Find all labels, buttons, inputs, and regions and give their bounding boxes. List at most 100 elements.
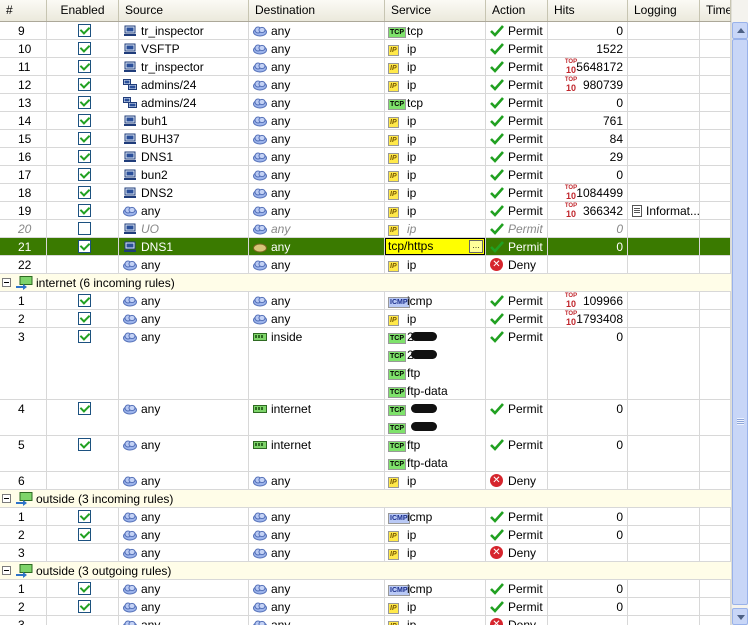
cell-service[interactable]: IP ip <box>385 166 486 183</box>
cell-logging[interactable] <box>628 310 700 327</box>
cell-action[interactable]: Permit <box>486 166 548 183</box>
cell-hits[interactable]: 29 <box>548 148 628 165</box>
cell-action[interactable]: Permit <box>486 40 548 57</box>
cell-source[interactable]: any <box>119 508 249 525</box>
cell-time[interactable] <box>700 508 731 525</box>
cell-hits[interactable]: 0 <box>548 598 628 615</box>
rule-row[interactable]: 9 tr_inspector any TCP tcp Permit 0 <box>0 22 731 40</box>
rule-group-header[interactable]: outside (3 incoming rules) <box>0 490 731 508</box>
cell-enabled[interactable] <box>47 166 119 183</box>
rule-row[interactable]: 1 any any ICMP icmp Permit TOP 10 109966 <box>0 292 731 310</box>
cell-action[interactable]: Permit <box>486 130 548 147</box>
scroll-thumb[interactable] <box>732 39 748 605</box>
cell-hits[interactable] <box>548 256 628 273</box>
cell-service[interactable]: ICMP icmp <box>385 292 486 309</box>
cell-time[interactable] <box>700 328 731 399</box>
rule-row[interactable]: 3anyinsideTCP2TCP2TCPftpTCPftp-dataPermi… <box>0 328 731 400</box>
rule-row[interactable]: 19 any any IP ip Permit TOP 10 366342 Informat... <box>0 202 731 220</box>
cell-enabled[interactable] <box>47 508 119 525</box>
cell-hits[interactable]: 0 <box>548 328 628 399</box>
cell-enabled[interactable] <box>47 22 119 39</box>
cell-enabled[interactable] <box>47 256 119 273</box>
cell-source[interactable]: BUH37 <box>119 130 249 147</box>
cell-source[interactable]: any <box>119 526 249 543</box>
cell-hits[interactable]: 0 <box>548 220 628 237</box>
cell-time[interactable] <box>700 526 731 543</box>
cell-logging[interactable] <box>628 544 700 561</box>
enabled-checkbox[interactable] <box>78 528 91 541</box>
cell-time[interactable] <box>700 256 731 273</box>
cell-service[interactable]: IP ip <box>385 184 486 201</box>
rule-row[interactable]: 3 any any IP ip ✕ Deny <box>0 544 731 562</box>
enabled-checkbox[interactable] <box>78 582 91 595</box>
cell-hits[interactable]: 761 <box>548 112 628 129</box>
cell-hits[interactable] <box>548 472 628 489</box>
column-header-service[interactable]: Service <box>385 0 486 21</box>
cell-destination[interactable]: internet <box>249 400 385 435</box>
cell-logging[interactable] <box>628 220 700 237</box>
cell-source[interactable]: DNS1 <box>119 148 249 165</box>
column-header-destination[interactable]: Destination <box>249 0 385 21</box>
cell-hits[interactable]: TOP 10 1084499 <box>548 184 628 201</box>
cell-destination[interactable]: any <box>249 310 385 327</box>
cell-num[interactable]: 19 <box>0 202 47 219</box>
cell-logging[interactable] <box>628 94 700 111</box>
rule-row[interactable]: 14 buh1 any IP ip Permit 761 <box>0 112 731 130</box>
cell-time[interactable] <box>700 310 731 327</box>
cell-source[interactable]: any <box>119 310 249 327</box>
enabled-checkbox[interactable] <box>78 150 91 163</box>
cell-service[interactable]: IP ip <box>385 310 486 327</box>
cell-destination[interactable]: any <box>249 598 385 615</box>
cell-service[interactable]: tcp/https… <box>385 238 486 255</box>
cell-action[interactable]: Permit <box>486 76 548 93</box>
cell-enabled[interactable] <box>47 400 119 435</box>
cell-destination[interactable]: any <box>249 472 385 489</box>
rule-row[interactable]: 2 any any IP ip Permit TOP 10 1793408 <box>0 310 731 328</box>
cell-logging[interactable] <box>628 22 700 39</box>
cell-service[interactable]: TCP tcp <box>385 94 486 111</box>
cell-hits[interactable]: 0 <box>548 400 628 435</box>
cell-time[interactable] <box>700 472 731 489</box>
cell-enabled[interactable] <box>47 94 119 111</box>
cell-logging[interactable] <box>628 526 700 543</box>
cell-logging[interactable] <box>628 400 700 435</box>
cell-source[interactable]: any <box>119 292 249 309</box>
cell-logging[interactable] <box>628 184 700 201</box>
cell-service[interactable]: IP ip <box>385 58 486 75</box>
enabled-checkbox[interactable] <box>78 132 91 145</box>
cell-source[interactable]: any <box>119 598 249 615</box>
cell-destination[interactable]: any <box>249 616 385 625</box>
cell-enabled[interactable] <box>47 130 119 147</box>
cell-service[interactable]: IP ip <box>385 40 486 57</box>
cell-hits[interactable]: TOP 10 1793408 <box>548 310 628 327</box>
cell-num[interactable]: 2 <box>0 526 47 543</box>
cell-logging[interactable] <box>628 112 700 129</box>
cell-action[interactable]: ✕ Deny <box>486 616 548 625</box>
rule-row[interactable]: 1 any any ICMP icmp Permit 0 <box>0 508 731 526</box>
enabled-checkbox[interactable] <box>78 600 91 613</box>
cell-action[interactable]: Permit <box>486 598 548 615</box>
cell-time[interactable] <box>700 22 731 39</box>
scroll-down-button[interactable] <box>732 608 748 625</box>
cell-destination[interactable]: any <box>249 76 385 93</box>
cell-hits[interactable]: TOP 10 366342 <box>548 202 628 219</box>
rule-row[interactable]: 18 DNS2 any IP ip Permit TOP 10 1084499 <box>0 184 731 202</box>
cell-hits[interactable]: TOP 10 5648172 <box>548 58 628 75</box>
cell-action[interactable]: Permit <box>486 436 548 471</box>
cell-time[interactable] <box>700 58 731 75</box>
collapse-minus-icon[interactable] <box>2 566 11 575</box>
enabled-checkbox[interactable] <box>78 240 91 253</box>
enabled-checkbox[interactable] <box>78 330 91 343</box>
cell-hits[interactable]: TOP 10 109966 <box>548 292 628 309</box>
rule-row[interactable]: 1 any any ICMP icmp Permit 0 <box>0 580 731 598</box>
enabled-checkbox[interactable] <box>78 24 91 37</box>
cell-action[interactable]: Permit <box>486 202 548 219</box>
cell-time[interactable] <box>700 76 731 93</box>
cell-action[interactable]: Permit <box>486 112 548 129</box>
column-header-logging[interactable]: Logging <box>628 0 700 21</box>
cell-time[interactable] <box>700 112 731 129</box>
cell-destination[interactable]: any <box>249 508 385 525</box>
cell-num[interactable]: 10 <box>0 40 47 57</box>
cell-service[interactable]: IP ip <box>385 148 486 165</box>
cell-logging[interactable] <box>628 76 700 93</box>
